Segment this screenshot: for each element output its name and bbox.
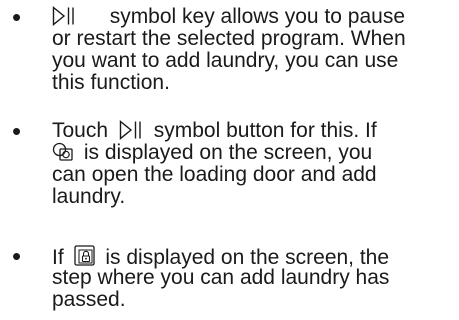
text-line: passed. — [52, 288, 126, 311]
text-line: this function. — [52, 71, 170, 94]
text-line: If is displayed on the screen, the — [52, 245, 452, 269]
play-pause-icon — [119, 120, 143, 140]
text-fragment: is displayed on the screen, you — [83, 141, 373, 164]
door-locked-icon — [73, 245, 96, 267]
bullet-marker: • — [12, 2, 22, 32]
list-item-text: symbol key allows you to pause or restar… — [52, 6, 452, 94]
add-laundry-icon — [52, 142, 74, 162]
list-item-text: If is displayed on the screen, the step … — [52, 245, 452, 311]
text-line: step where you can add laundry has — [52, 266, 390, 289]
text-fragment: Touch — [52, 119, 109, 142]
text-fragment: symbol button for this. If — [153, 119, 377, 142]
text-line: can open the loading door and add — [52, 163, 377, 186]
text-line: laundry. — [52, 185, 126, 208]
text-line: you want to add laundry, you can use — [52, 49, 399, 72]
text-line: or restart the selected program. When — [52, 27, 406, 50]
text-line: symbol key allows you to pause — [52, 6, 452, 28]
instruction-list: • symbol key allows you to pause or rest… — [0, 0, 459, 320]
play-pause-icon — [52, 6, 76, 26]
text-line: is displayed on the screen, you — [52, 142, 452, 164]
bullet-marker: • — [12, 116, 22, 146]
text-line: Touch symbol button for this. If — [52, 120, 452, 142]
text-fragment: symbol key allows you to pause — [109, 5, 405, 28]
list-item-text: Touch symbol button for this. If is disp… — [52, 120, 452, 208]
bullet-marker: • — [12, 241, 22, 271]
